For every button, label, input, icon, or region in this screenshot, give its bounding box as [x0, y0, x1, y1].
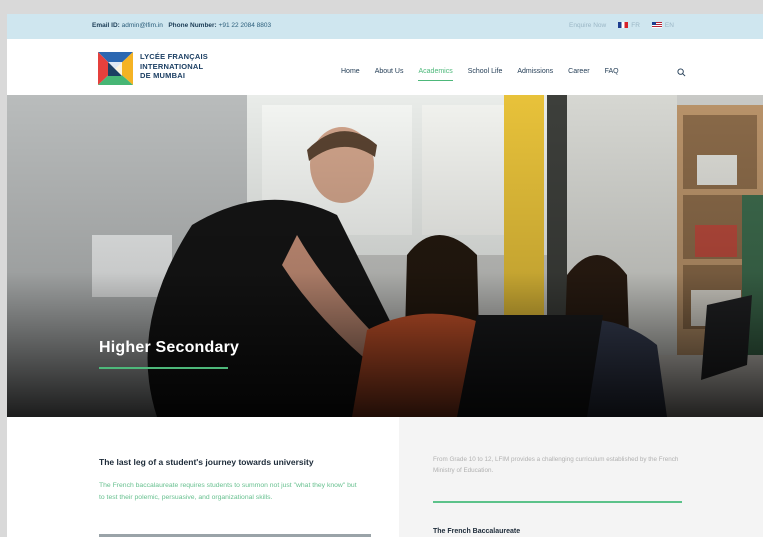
email-label: Email ID:	[92, 22, 120, 29]
site-header: LYCÉE FRANÇAIS INTERNATIONAL DE MUMBAI H…	[7, 39, 763, 95]
enquire-link[interactable]: Enquire Now	[569, 22, 606, 29]
lang-fr-label: FR	[631, 22, 640, 29]
lang-en-label: EN	[664, 22, 674, 29]
phone-label: Phone Number:	[168, 22, 217, 29]
lang-en[interactable]: EN	[651, 22, 674, 29]
nav-academics[interactable]: Academics	[418, 68, 453, 81]
main-nav: Home About Us Academics School Life Admi…	[341, 68, 634, 81]
top-info-bar: Email ID: admin@lfim.in Phone Number: +9…	[7, 14, 763, 39]
nav-about-us[interactable]: About Us	[375, 68, 404, 75]
hero-banner: Higher Secondary	[7, 95, 763, 417]
nav-school-life[interactable]: School Life	[468, 68, 503, 75]
top-right-links: Enquire Now FR EN	[569, 22, 674, 29]
intro-right: From Grade 10 to 12, LFIM provides a cha…	[399, 417, 763, 537]
flag-en-icon	[651, 22, 662, 29]
phone-link[interactable]: +91 22 2084 8803	[219, 22, 272, 29]
brand-name[interactable]: LYCÉE FRANÇAIS INTERNATIONAL DE MUMBAI	[140, 52, 208, 81]
lead-paragraph: The French baccalaureate requires studen…	[99, 482, 357, 501]
hero-title-underline	[99, 367, 228, 369]
search-icon[interactable]	[677, 68, 686, 77]
section-divider	[433, 501, 682, 503]
email-link[interactable]: admin@lfim.in	[122, 22, 163, 29]
hero-title: Higher Secondary	[99, 339, 240, 356]
nav-faq[interactable]: FAQ	[605, 68, 619, 75]
flag-fr-icon	[618, 22, 629, 29]
nav-career[interactable]: Career	[568, 68, 589, 75]
contact-info: Email ID: admin@lfim.in Phone Number: +9…	[92, 22, 271, 29]
brand-line-1: LYCÉE FRANÇAIS	[140, 52, 208, 61]
nav-home[interactable]: Home	[341, 68, 360, 75]
lang-fr[interactable]: FR	[618, 22, 640, 29]
curriculum-paragraph: From Grade 10 to 12, LFIM provides a cha…	[433, 456, 679, 474]
section-heading: The last leg of a student's journey towa…	[99, 457, 314, 467]
baccalaureate-heading: The French Baccalaureate	[433, 528, 521, 535]
brand-line-2: INTERNATIONAL	[140, 61, 204, 71]
page: Email ID: admin@lfim.in Phone Number: +9…	[7, 14, 763, 537]
nav-admissions[interactable]: Admissions	[517, 68, 553, 75]
intro-left: The last leg of a student's journey towa…	[7, 417, 399, 537]
brand-line-3: DE MUMBAI	[140, 71, 186, 80]
logo-mark[interactable]	[98, 52, 133, 85]
